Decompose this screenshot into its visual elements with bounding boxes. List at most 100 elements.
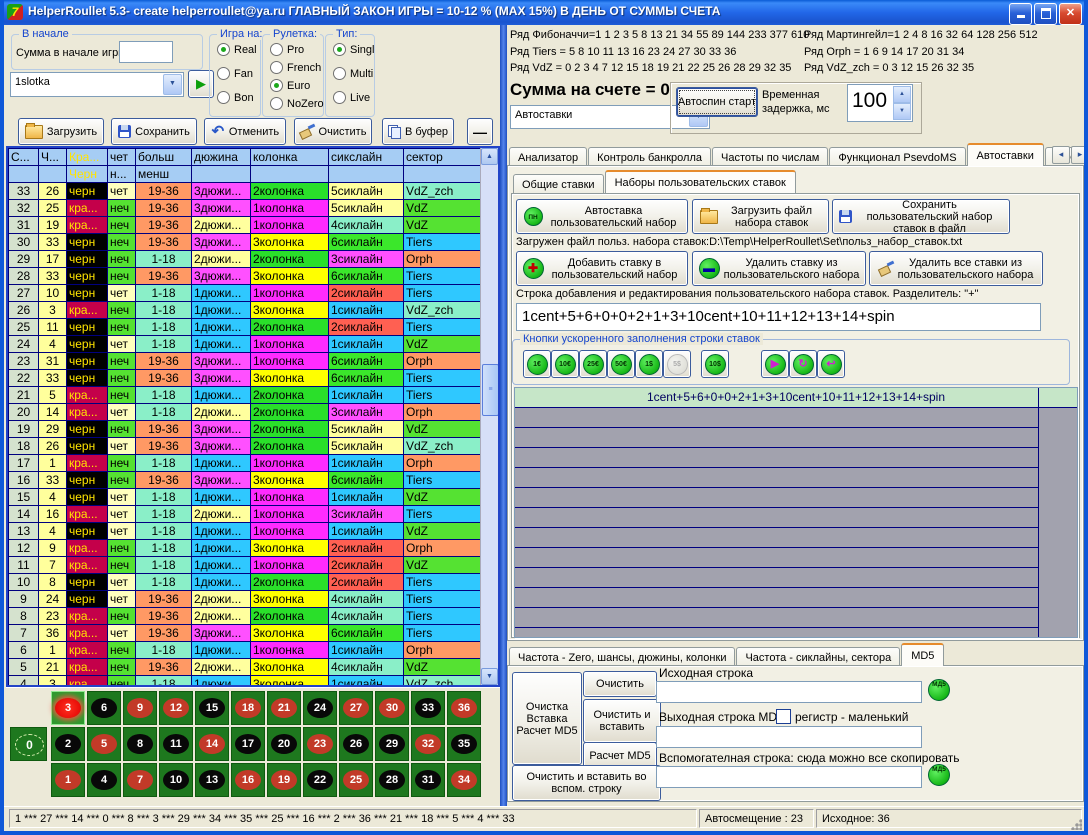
- resize-grip[interactable]: [1070, 818, 1082, 830]
- pane-splitter[interactable]: [500, 25, 507, 806]
- scroll-up-icon[interactable]: ▲: [481, 148, 498, 165]
- table-row[interactable]: 2511черннеч1-181дюжи...2колонка2сиклайнT…: [9, 319, 483, 336]
- board-cell-4[interactable]: 4: [87, 763, 121, 797]
- board-cell-16[interactable]: 16: [231, 763, 265, 797]
- table-row[interactable]: 117кра...неч1-181дюжи...1колонка2сиклайн…: [9, 557, 483, 574]
- table-scrollbar[interactable]: ▲ ≡ ▼: [480, 148, 498, 685]
- table-row[interactable]: 521кра...неч19-362дюжи...3колонка4сиклай…: [9, 659, 483, 676]
- start-sum-input[interactable]: [119, 41, 173, 63]
- toolbar-button-4[interactable]: Очистить: [294, 118, 372, 145]
- list-item[interactable]: [515, 428, 1038, 448]
- quick-action-button-3[interactable]: ↩: [817, 350, 845, 378]
- table-row[interactable]: 1929черннеч19-363дюжи...2колонка5сиклайн…: [9, 421, 483, 438]
- toolbar-button-5[interactable]: В буфер: [382, 118, 454, 145]
- board-cell-1[interactable]: 1: [51, 763, 85, 797]
- table-row[interactable]: 61кра...неч1-181дюжи...1колонка1сиклайнO…: [9, 642, 483, 659]
- radio-fan[interactable]: Fan: [217, 67, 253, 80]
- toolbar-button-3[interactable]: ↶Отменить: [204, 118, 286, 145]
- main-tab-3[interactable]: Частоты по числам: [712, 147, 828, 167]
- board-cell-25[interactable]: 25: [339, 763, 373, 797]
- list-item[interactable]: [515, 448, 1038, 468]
- board-cell-7[interactable]: 7: [123, 763, 157, 797]
- board-cell-28[interactable]: 28: [375, 763, 409, 797]
- table-row[interactable]: 129кра...неч1-181дюжи...3колонка2сиклайн…: [9, 540, 483, 557]
- table-row[interactable]: 134чернчет1-181дюжи...1колонка1сиклайнVd…: [9, 523, 483, 540]
- chevron-down-icon[interactable]: ▼: [163, 74, 182, 95]
- table-row[interactable]: 3033черннеч19-363дюжи...3колонка6сиклайн…: [9, 234, 483, 251]
- board-cell-35[interactable]: 35: [447, 727, 481, 761]
- md5-run-icon[interactable]: МД5: [928, 679, 950, 701]
- radio-pro[interactable]: Pro: [270, 43, 304, 56]
- md5-aux-input[interactable]: [656, 766, 922, 788]
- board-cell-30[interactable]: 30: [375, 691, 409, 725]
- close-button[interactable]: ✕: [1059, 3, 1082, 25]
- table-row[interactable]: 171кра...неч1-181дюжи...1колонка1сиклайн…: [9, 455, 483, 472]
- board-cell-10[interactable]: 10: [159, 763, 193, 797]
- quick-action-button-1[interactable]: ▶: [761, 350, 789, 378]
- list-item[interactable]: [515, 528, 1038, 548]
- list-item[interactable]: [515, 568, 1038, 588]
- list-item[interactable]: [515, 588, 1038, 608]
- delete-bet-button[interactable]: ▬ Удалить ставку из пользовательского на…: [692, 251, 866, 286]
- quick-money-button-25€[interactable]: 25€: [579, 350, 607, 378]
- board-cell-32[interactable]: 32: [411, 727, 445, 761]
- board-cell-6[interactable]: 6: [87, 691, 121, 725]
- table-row[interactable]: 1826чернчет19-363дюжи...2колонка5сиклайн…: [9, 438, 483, 455]
- list-item[interactable]: [515, 408, 1038, 428]
- table-row[interactable]: 154чернчет1-181дюжи...1колонка1сиклайнVd…: [9, 489, 483, 506]
- radio-live[interactable]: Live: [333, 91, 370, 104]
- board-cell-8[interactable]: 8: [123, 727, 157, 761]
- board-cell-12[interactable]: 12: [159, 691, 193, 725]
- main-tab-5[interactable]: Автоставки: [967, 143, 1044, 166]
- bet-string-input[interactable]: 1cent+5+6+0+0+2+1+3+10cent+10+11+12+13+1…: [516, 303, 1041, 331]
- scroll-down-icon[interactable]: ▼: [481, 668, 498, 685]
- md5-clear-paste-button[interactable]: Очистить и вставить: [583, 699, 661, 743]
- board-cell-19[interactable]: 19: [267, 763, 301, 797]
- collapse-button[interactable]: —: [467, 118, 493, 145]
- freq-tab-1[interactable]: Частота - Zero, шансы, дюжины, колонки: [509, 647, 735, 667]
- case-checkbox[interactable]: [776, 709, 791, 724]
- board-cell-20[interactable]: 20: [267, 727, 301, 761]
- board-cell-5[interactable]: 5: [87, 727, 121, 761]
- table-row[interactable]: 2233черннеч19-363дюжи...3колонка6сиклайн…: [9, 370, 483, 387]
- list-item[interactable]: [515, 468, 1038, 488]
- history-grid[interactable]: С...Ч...Кра...четбольшдюжинаколонкасиксл…: [8, 148, 483, 687]
- board-cell-34[interactable]: 34: [447, 763, 481, 797]
- table-row[interactable]: 1633черннеч19-363дюжи...3колонка6сиклайн…: [9, 472, 483, 489]
- table-row[interactable]: 263кра...неч1-181дюжи...3колонка1сиклайн…: [9, 302, 483, 319]
- toolbar-button-2[interactable]: Сохранить: [111, 118, 197, 145]
- board-cell-14[interactable]: 14: [195, 727, 229, 761]
- delete-all-bets-button[interactable]: Удалить все ставки из пользовательского …: [869, 251, 1043, 286]
- table-row[interactable]: 1416кра...чет1-182дюжи...1колонка3сиклай…: [9, 506, 483, 523]
- board-cell-29[interactable]: 29: [375, 727, 409, 761]
- spinner-down-icon[interactable]: ▼: [893, 103, 911, 120]
- md5-output-input[interactable]: [656, 726, 922, 748]
- table-row[interactable]: 2833черннеч19-363дюжи...3колонка6сиклайн…: [9, 268, 483, 285]
- board-cell-31[interactable]: 31: [411, 763, 445, 797]
- radio-singl[interactable]: Singl: [333, 43, 374, 56]
- delay-spinner[interactable]: 100 ▲ ▼: [847, 84, 913, 122]
- table-row[interactable]: 823кра...неч19-362дюжи...2колонка4сиклай…: [9, 608, 483, 625]
- board-cell-15[interactable]: 15: [195, 691, 229, 725]
- quick-money-button-1$[interactable]: 1$: [635, 350, 663, 378]
- board-cell-23[interactable]: 23: [303, 727, 337, 761]
- md5-aux-run-icon[interactable]: МД5: [928, 764, 950, 786]
- scrollbar-thumb[interactable]: ≡: [482, 364, 499, 416]
- radio-french[interactable]: French: [270, 61, 321, 74]
- board-cell-21[interactable]: 21: [267, 691, 301, 725]
- board-cell-26[interactable]: 26: [339, 727, 373, 761]
- autoset-run-button[interactable]: ПН Автоставка пользовательский набор: [516, 199, 688, 234]
- list-item[interactable]: [515, 608, 1038, 628]
- board-cell-18[interactable]: 18: [231, 691, 265, 725]
- quick-money-button-10$[interactable]: 10$: [701, 350, 729, 378]
- md5-source-input[interactable]: [656, 681, 922, 703]
- sub-tab-1[interactable]: Общие ставки: [513, 174, 604, 194]
- table-row[interactable]: 244чернчет1-181дюжи...1колонка1сиклайнVd…: [9, 336, 483, 353]
- radio-euro[interactable]: Euro: [270, 79, 310, 92]
- quick-action-button-2[interactable]: ↻: [789, 350, 817, 378]
- list-item-selected[interactable]: 1cent+5+6+0+0+2+1+3+10cent+10+11+12+13+1…: [515, 388, 1077, 408]
- table-row[interactable]: 924чернчет19-362дюжи...3колонка4сиклайнT…: [9, 591, 483, 608]
- list-item[interactable]: [515, 628, 1038, 638]
- save-set-file-button[interactable]: Сохранить пользовательский набор ставок …: [832, 199, 1010, 234]
- md5-clear-paste-aux-button[interactable]: Очистить и вставить во вспом. строку: [512, 765, 661, 801]
